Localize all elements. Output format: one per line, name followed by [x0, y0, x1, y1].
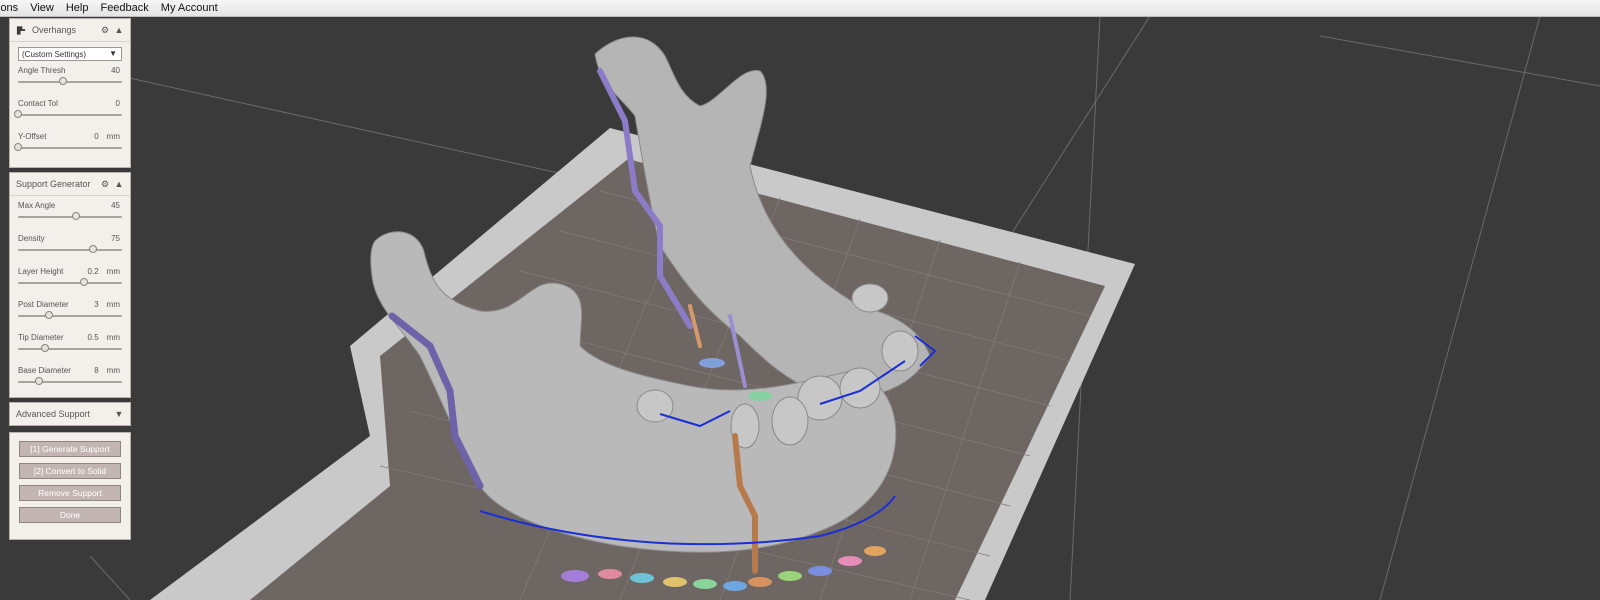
base-diameter-slider-track[interactable]	[18, 381, 122, 383]
density-slider-row: Density 75	[10, 229, 130, 262]
overhangs-preset-select[interactable]: (Custom Settings) ▼	[18, 47, 122, 61]
post-diameter-slider-thumb[interactable]	[45, 311, 54, 319]
tip-diameter-value: 0.5 mm	[88, 333, 120, 342]
menu-item-my-account[interactable]: My Account	[155, 0, 224, 16]
density-slider-thumb[interactable]	[88, 245, 97, 253]
menu-item-view[interactable]: View	[24, 0, 60, 16]
max-angle-label: Max Angle	[18, 201, 56, 210]
layer-height-label: Layer Height	[18, 267, 64, 276]
base-diameter-value: 8 mm	[94, 366, 120, 375]
max-angle-value: 45	[111, 201, 120, 210]
done-button[interactable]: Done	[19, 507, 121, 523]
y-offset-value: 0 mm	[94, 132, 120, 141]
chevron-up-icon[interactable]: ▲	[114, 179, 124, 189]
advanced-support-panel[interactable]: Advanced Support ▼	[9, 402, 131, 426]
contact-tol-label: Contact Tol	[18, 99, 58, 108]
support-actions-panel: [1] Generate Support [2] Convert to Soli…	[9, 432, 131, 540]
y-offset-label: Y-Offset	[18, 132, 47, 141]
tip-diameter-unit: mm	[106, 333, 120, 342]
post-diameter-slider-row: Post Diameter 3 mm	[10, 295, 130, 328]
tip-diameter-label: Tip Diameter	[18, 333, 64, 342]
chevron-down-icon[interactable]: ▼	[114, 409, 124, 419]
base-diameter-slider-row: Base Diameter 8 mm	[10, 361, 130, 394]
tip-diameter-slider-track[interactable]	[18, 348, 122, 350]
y-offset-number: 0	[94, 132, 99, 141]
layer-height-number: 0.2	[87, 267, 99, 276]
contact-tol-number: 0	[115, 99, 120, 108]
base-diameter-slider-thumb[interactable]	[34, 377, 43, 385]
menu-item-help[interactable]: Help	[60, 0, 95, 16]
generate-support-button[interactable]: [1] Generate Support	[19, 441, 121, 457]
density-label: Density	[18, 234, 45, 243]
y-offset-slider-track[interactable]	[18, 147, 122, 149]
angle-thresh-slider-thumb[interactable]	[58, 77, 67, 85]
advanced-support-panel-title: Advanced Support	[16, 409, 91, 419]
layer-height-slider-track[interactable]	[18, 282, 122, 284]
base-diameter-label: Base Diameter	[18, 366, 71, 375]
remove-support-button[interactable]: Remove Support	[19, 485, 121, 501]
overhangs-preset-value: (Custom Settings)	[22, 49, 87, 59]
density-number: 75	[111, 234, 120, 243]
post-diameter-value: 3 mm	[94, 300, 120, 309]
convert-to-solid-button[interactable]: [2] Convert to Solid	[19, 463, 121, 479]
support-generator-sliders: Max Angle 45 Density 75 Layer Height 0.2 mm Pos…	[10, 196, 130, 394]
menu-item-options[interactable]: ions	[0, 0, 24, 16]
max-angle-slider-row: Max Angle 45	[10, 196, 130, 229]
overhangs-panel-title: Overhangs	[32, 25, 77, 35]
angle-thresh-value: 40	[111, 66, 120, 75]
support-generator-panel-title: Support Generator	[16, 179, 91, 189]
density-slider-track[interactable]	[18, 249, 122, 251]
y-offset-unit: mm	[106, 132, 120, 141]
chevron-up-icon[interactable]: ▲	[114, 25, 124, 35]
layer-height-unit: mm	[106, 267, 120, 276]
chevron-down-icon: ▼	[109, 49, 117, 58]
overhangs-panel-header: Overhangs ⚙ ▲	[10, 19, 130, 42]
gear-icon[interactable]: ⚙	[100, 25, 110, 35]
max-angle-number: 45	[111, 201, 120, 210]
base-diameter-unit: mm	[106, 366, 120, 375]
overhangs-panel: Overhangs ⚙ ▲ (Custom Settings) ▼ Angle …	[9, 18, 131, 168]
tip-diameter-slider-thumb[interactable]	[41, 344, 50, 352]
menu-bar: ions View Help Feedback My Account	[0, 0, 1600, 17]
gear-icon[interactable]: ⚙	[100, 179, 110, 189]
layer-height-slider-thumb[interactable]	[79, 278, 88, 286]
overhang-tool-icon	[16, 25, 26, 35]
max-angle-slider-track[interactable]	[18, 216, 122, 218]
post-diameter-number: 3	[94, 300, 99, 309]
support-generator-panel: Support Generator ⚙ ▲ Max Angle 45 Density…	[9, 172, 131, 398]
contact-tol-slider-track[interactable]	[18, 114, 122, 116]
base-diameter-number: 8	[94, 366, 99, 375]
tip-diameter-number: 0.5	[87, 333, 99, 342]
contact-tol-value: 0	[116, 99, 120, 108]
post-diameter-unit: mm	[106, 300, 120, 309]
layer-height-slider-row: Layer Height 0.2 mm	[10, 262, 130, 295]
advanced-support-panel-header[interactable]: Advanced Support ▼	[10, 403, 130, 425]
angle-thresh-number: 40	[111, 66, 120, 75]
y-offset-slider-row: Y-Offset 0 mm	[10, 127, 130, 160]
3d-viewport[interactable]	[0, 16, 1600, 600]
angle-thresh-label: Angle Thresh	[18, 66, 66, 75]
tip-diameter-slider-row: Tip Diameter 0.5 mm	[10, 328, 130, 361]
contact-tol-slider-row: Contact Tol 0	[10, 94, 130, 127]
menu-item-feedback[interactable]: Feedback	[94, 0, 154, 16]
max-angle-slider-thumb[interactable]	[72, 212, 81, 220]
density-value: 75	[111, 234, 120, 243]
angle-thresh-slider-track[interactable]	[18, 81, 122, 83]
support-generator-panel-header: Support Generator ⚙ ▲	[10, 173, 130, 196]
y-offset-slider-thumb[interactable]	[14, 143, 22, 151]
post-diameter-slider-track[interactable]	[18, 315, 122, 317]
post-diameter-label: Post Diameter	[18, 300, 69, 309]
layer-height-value: 0.2 mm	[88, 267, 120, 276]
overhangs-sliders: Angle Thresh 40 Contact Tol 0 Y-Offset 0 mm	[10, 61, 130, 160]
scene-render	[0, 16, 1600, 600]
angle-thresh-slider-row: Angle Thresh 40	[10, 61, 130, 94]
contact-tol-slider-thumb[interactable]	[14, 110, 22, 118]
